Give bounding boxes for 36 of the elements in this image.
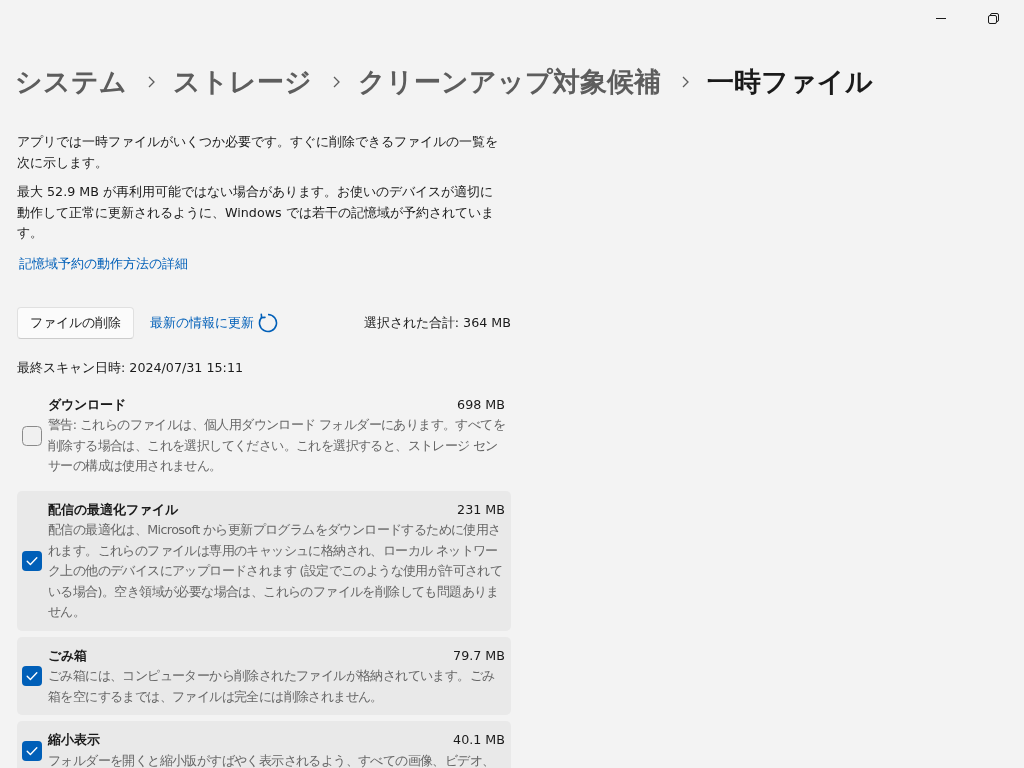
delete-files-button[interactable]: ファイルの削除 (17, 307, 134, 339)
minimize-icon (936, 17, 946, 19)
page-title: 一時ファイル (707, 65, 873, 99)
category-row[interactable]: 配信の最適化ファイル 231 MB 配信の最適化は、Microsoft から更新プログラムをダウンロードするために使用されます。これらのファイルは専用のキャッシュに格納され、ローカル ネットワーク上の他のデバイスにアップロードされます (設定でこのような使用が許可されている場合)。空き領域が必要な場合は、これらのファイルを削除しても問題ありません。 (17, 490, 511, 631)
breadcrumb-link[interactable]: クリーンアップ対象候補 (358, 62, 661, 102)
description-text: アプリでは一時ファイルがいくつか必要です。すぐに削除できるファイルの一覧を次に示します。 (17, 133, 499, 172)
breadcrumb-link[interactable]: ストレージ (173, 62, 312, 102)
category-size: 698 MB (457, 395, 505, 414)
category-row[interactable]: ごみ箱 79.7 MB ごみ箱には、コンピューターから削除されたファイルが格納されています。ごみ箱を空にするまでは、ファイルは完全には削除されません。 (17, 636, 511, 715)
category-description: 警告: これらのファイルは、個人用ダウンロード フォルダーにあります。すべてを削除する場合は、これを選択してください。これを選択すると、ストレージ センサーの構成は使用されません。 (48, 416, 505, 475)
refresh-icon[interactable] (258, 313, 278, 333)
checkbox[interactable] (22, 740, 42, 761)
category-description: 配信の最適化は、Microsoft から更新プログラムをダウンロードするために使用されます。これらのファイルは専用のキャッシュに格納され、ローカル ネットワーク上の他のデバイスにアップロードされます (設定でこのような使用が許可されている場合)。空き領域が必要な場合は、これらのファイルを削除しても問題ありません。 (48, 521, 504, 621)
checkbox[interactable] (22, 551, 42, 571)
category-title: ダウンロード (48, 395, 126, 414)
last-scan-text: 最終スキャン日時: 2024/07/31 15:11 (17, 359, 245, 377)
category-size: 40.1 MB (453, 731, 505, 749)
breadcrumb-link[interactable]: システム (15, 62, 127, 102)
refresh-link[interactable]: 最新の情報に更新 (150, 312, 254, 334)
category-title: 縮小表示 (48, 731, 100, 749)
chevron-icon (333, 76, 340, 88)
category-row[interactable]: 縮小表示 40.1 MB フォルダーを開くと縮小版がすばやく表示されるよう、すべての画像、ビデオ、 (17, 721, 511, 768)
category-description: フォルダーを開くと縮小版がすばやく表示されるよう、すべての画像、ビデオ、 (48, 751, 496, 768)
chevron-icon (148, 76, 155, 88)
learn-more-link[interactable]: 記憶域予約の動作方法の詳細 (19, 253, 188, 274)
category-title: 配信の最適化ファイル (48, 500, 178, 519)
checkbox[interactable] (22, 425, 42, 446)
category-title: ごみ箱 (48, 646, 87, 665)
category-size: 79.7 MB (453, 646, 505, 665)
category-size: 231 MB (457, 500, 505, 519)
description-text: 最大 52.9 MB が再利用可能ではない場合があります。お使いのデバイスが適切に動作して正常に更新されるように、Windows では若干の記憶域が予約されています。 (17, 183, 495, 242)
selected-total-text: 選択された合計: 364 MB (363, 313, 511, 332)
category-description: ごみ箱には、コンピューターから削除されたファイルが格納されています。ごみ箱を空にするまでは、ファイルは完全には削除されません。 (48, 667, 496, 706)
restore-icon (987, 12, 999, 24)
checkbox[interactable] (22, 666, 42, 687)
chevron-icon (682, 76, 689, 88)
